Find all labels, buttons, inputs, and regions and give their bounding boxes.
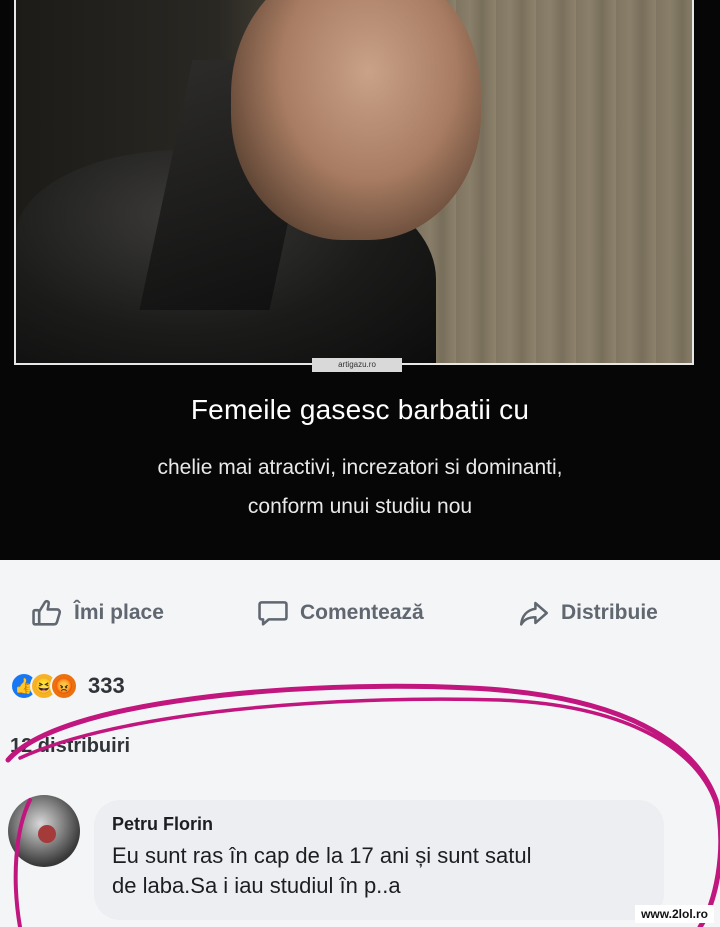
share-button[interactable]: Distribuie xyxy=(517,590,658,636)
man-photo xyxy=(14,0,694,365)
caption-line-2: conform unui studiu nou xyxy=(247,495,473,518)
comment-bubble: Petru Florin Eu sunt ras în cap de la 17… xyxy=(94,800,664,920)
comment-author[interactable]: Petru Florin xyxy=(112,814,646,835)
like-button[interactable]: Îmi place xyxy=(30,590,164,636)
comment-label: Comentează xyxy=(300,601,424,624)
comment-line-2: de laba.Sa i iau studiul în p..a xyxy=(112,873,401,898)
bald-head xyxy=(231,0,481,240)
share-label: Distribuie xyxy=(561,601,658,624)
caption-line-1: chelie mai atractivi, increzatori si dom… xyxy=(157,456,563,479)
thumbs-up-icon xyxy=(32,599,62,626)
avatar-detail xyxy=(38,825,56,843)
like-label: Îmi place xyxy=(74,601,164,624)
reactions-summary[interactable]: 👍 😆 😡 333 xyxy=(10,668,125,704)
comment-line-1: Eu sunt ras în cap de la 17 ani și sunt … xyxy=(112,843,532,868)
meme-image-panel: artigazu.ro Femeile gasesc barbatii cu c… xyxy=(0,0,720,560)
reaction-count: 333 xyxy=(88,673,125,698)
shares-count[interactable]: 12 distribuiri xyxy=(10,735,130,758)
share-arrow-icon xyxy=(519,601,549,626)
avatar[interactable] xyxy=(8,795,80,867)
image-credit: artigazu.ro xyxy=(312,358,402,372)
comment-button[interactable]: Comentează xyxy=(256,590,424,636)
angry-icon: 😡 xyxy=(50,672,78,700)
site-watermark: www.2lol.ro xyxy=(635,905,714,923)
post-action-bar: Îmi place Comentează Distribuie xyxy=(0,590,720,636)
caption-title: Femeile gasesc barbatii cu xyxy=(190,394,530,425)
comment-bubble-icon xyxy=(258,601,288,626)
